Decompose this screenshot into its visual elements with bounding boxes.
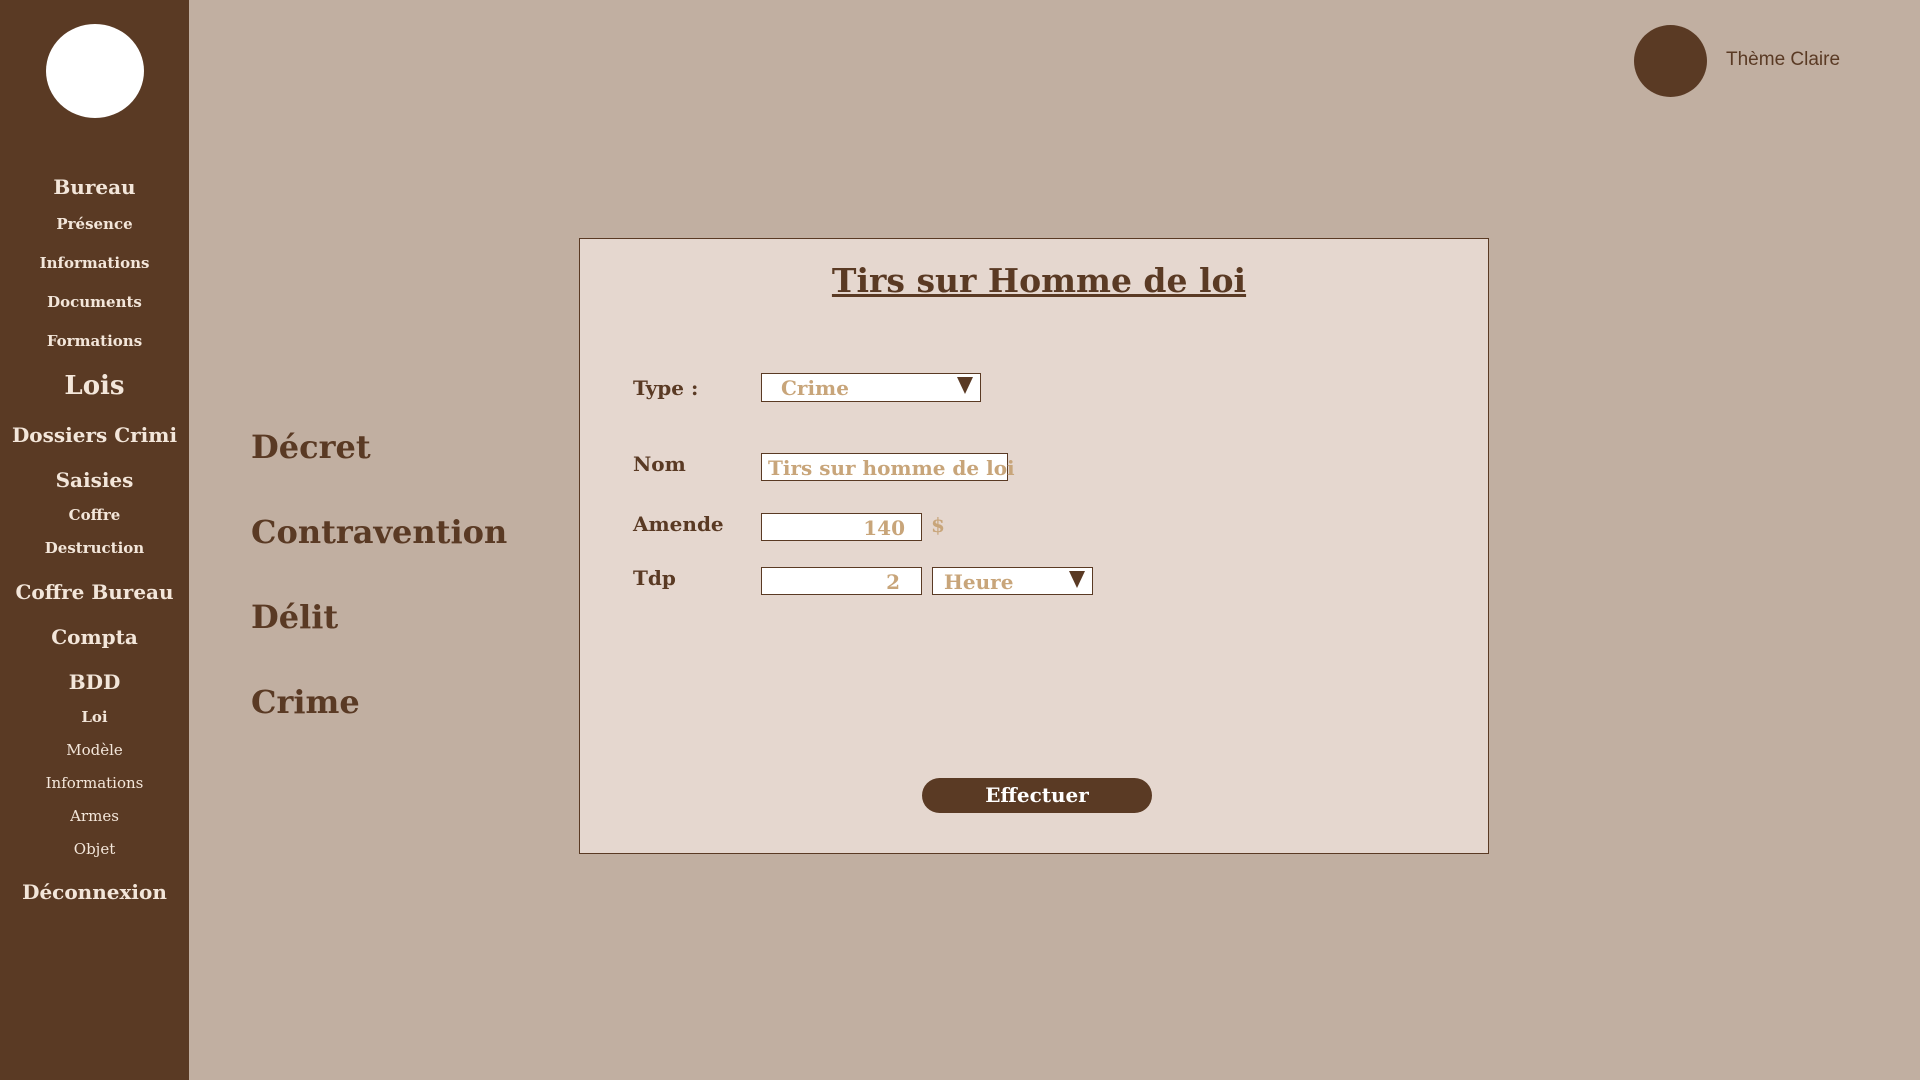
nav-saisies[interactable]: Saisies [0, 468, 189, 492]
nav-modele[interactable]: Modèle [0, 741, 189, 759]
sidebar: Bureau Présence Informations Documents F… [0, 0, 189, 1080]
nav-bureau[interactable]: Bureau [0, 175, 189, 199]
nav-bdd[interactable]: BDD [0, 670, 189, 694]
amende-label: Amende [633, 512, 724, 536]
category-contravention[interactable]: Contravention [251, 513, 507, 551]
type-select[interactable]: Crime [761, 373, 981, 402]
tdp-unit-value: Heure [944, 570, 1014, 594]
chevron-down-icon [1069, 571, 1085, 588]
nom-input-value: Tirs sur homme de loi [768, 456, 1015, 480]
nav-bdd-informations[interactable]: Informations [0, 774, 189, 792]
theme-label: Thème Claire [1726, 49, 1841, 70]
category-crime[interactable]: Crime [251, 683, 360, 721]
nav-compta[interactable]: Compta [0, 625, 189, 649]
tdp-label: Tdp [633, 566, 676, 590]
nom-input[interactable]: Tirs sur homme de loi [761, 453, 1015, 481]
logo[interactable] [46, 24, 144, 118]
nav-destruction[interactable]: Destruction [0, 539, 189, 557]
nav-formations[interactable]: Formations [0, 332, 189, 350]
page-title: Tirs sur Homme de loi [831, 261, 1247, 300]
tdp-input-value: 2 [886, 570, 900, 594]
tdp-unit-select[interactable]: Heure [932, 567, 1093, 595]
nav-presence[interactable]: Présence [0, 215, 189, 233]
nav-armes[interactable]: Armes [0, 807, 189, 825]
type-select-value: Crime [781, 376, 849, 400]
amende-unit: $ [931, 513, 945, 537]
nav-loi[interactable]: Loi [0, 708, 189, 726]
nav-informations[interactable]: Informations [0, 254, 189, 272]
nav-lois[interactable]: Lois [0, 371, 189, 401]
nav-coffre-bureau[interactable]: Coffre Bureau [0, 580, 189, 604]
nav-dossiers-crimi[interactable]: Dossiers Crimi [0, 423, 189, 447]
law-form-panel: Tirs sur Homme de loi Type : Crime Nom T… [579, 238, 1489, 854]
nav-objet[interactable]: Objet [0, 840, 189, 858]
category-delit[interactable]: Délit [251, 598, 338, 636]
tdp-input[interactable]: 2 [761, 567, 922, 595]
chevron-down-icon [957, 377, 973, 394]
amende-input[interactable]: 140 [761, 513, 922, 541]
nav-deconnexion[interactable]: Déconnexion [0, 880, 189, 904]
amende-input-value: 140 [863, 516, 905, 540]
nav-documents[interactable]: Documents [0, 293, 189, 311]
nav-coffre[interactable]: Coffre [0, 506, 189, 524]
category-decret[interactable]: Décret [251, 428, 371, 466]
type-label: Type : [633, 376, 699, 400]
nom-label: Nom [633, 452, 686, 476]
theme-toggle-button[interactable] [1634, 25, 1707, 97]
submit-button[interactable]: Effectuer [922, 778, 1152, 813]
